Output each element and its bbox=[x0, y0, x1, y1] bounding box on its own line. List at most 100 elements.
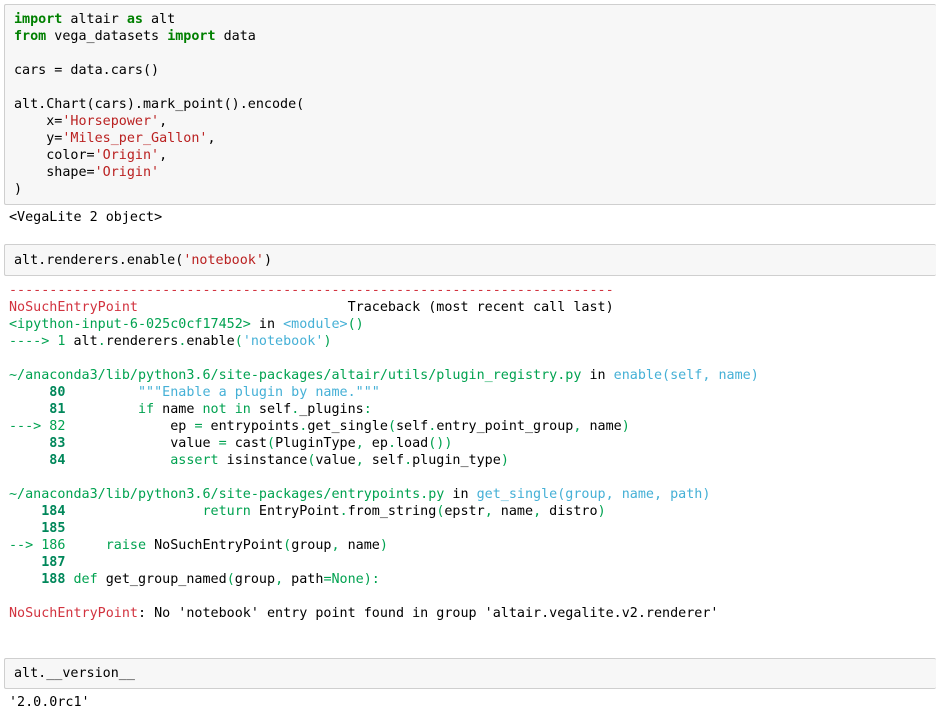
code-line: alt.__version__ bbox=[14, 665, 135, 682]
code-line: 188 def get_group_named(group, path=None… bbox=[9, 571, 380, 588]
code-token: ( bbox=[387, 419, 396, 434]
code-token: ---> 82 bbox=[9, 419, 66, 434]
code-line: alt.renderers.enable('notebook') bbox=[14, 252, 272, 269]
code-line: from vega_datasets import data bbox=[14, 28, 256, 45]
code-cell-2[interactable]: alt.renderers.enable('notebook') bbox=[4, 244, 936, 276]
code-token: from_string bbox=[347, 504, 437, 519]
code-token: name bbox=[581, 419, 622, 434]
code-token: , bbox=[484, 504, 493, 519]
code-token: ) bbox=[263, 253, 272, 268]
code-token: 80 bbox=[9, 385, 66, 400]
code-token: , bbox=[533, 504, 542, 519]
code-token: def bbox=[73, 572, 98, 587]
code-token: entrypoints bbox=[202, 419, 300, 434]
code-token: 84 bbox=[9, 453, 66, 468]
code-token: alt.renderers.enable( bbox=[14, 253, 184, 268]
code-token: distro bbox=[541, 504, 598, 519]
code-token: cars = data.cars() bbox=[14, 63, 160, 78]
code-token: name bbox=[154, 402, 203, 417]
code-token: group bbox=[291, 538, 332, 553]
code-token: alt bbox=[143, 12, 176, 27]
code-line: ~/anaconda3/lib/python3.6/site-packages/… bbox=[9, 367, 759, 384]
code-token: ----> bbox=[9, 334, 50, 349]
code-token: , bbox=[159, 114, 168, 129]
code-token: isinstance bbox=[218, 453, 308, 468]
code-token: in bbox=[250, 317, 284, 332]
code-token: x= bbox=[14, 114, 63, 129]
code-token: ) bbox=[621, 419, 630, 434]
code-token: =None): bbox=[323, 572, 380, 587]
code-line: ~/anaconda3/lib/python3.6/site-packages/… bbox=[9, 486, 710, 503]
code-token: 'Origin' bbox=[94, 165, 160, 180]
code-token: epstr bbox=[444, 504, 485, 519]
code-line: ---> 82 ep = entrypoints.get_single(self… bbox=[9, 418, 630, 435]
code-token: in bbox=[581, 368, 614, 383]
code-token: , bbox=[207, 131, 216, 146]
code-token: (self, name) bbox=[662, 368, 759, 383]
code-token: . bbox=[97, 334, 106, 349]
code-token: """Enable a plugin by name.""" bbox=[138, 385, 380, 400]
code-token: ( bbox=[267, 436, 276, 451]
code-cell-1[interactable]: import altair as alt from vega_datasets i… bbox=[4, 4, 936, 205]
code-token: , bbox=[159, 148, 168, 163]
code-token: data bbox=[215, 29, 256, 44]
code-token: 83 bbox=[9, 436, 66, 451]
code-token: vega_datasets bbox=[46, 29, 168, 44]
code-line: 185 bbox=[9, 520, 65, 537]
code-token: get_single bbox=[307, 419, 388, 434]
code-token: <module> bbox=[283, 317, 348, 332]
code-token: (group, name, path) bbox=[557, 487, 711, 502]
code-token: enable bbox=[613, 368, 663, 383]
code-token: ep bbox=[363, 436, 388, 451]
code-token: altair bbox=[62, 12, 127, 27]
code-token: NoSuchEntryPoint bbox=[9, 606, 138, 621]
code-token: ) bbox=[597, 504, 606, 519]
code-token: 'notebook' bbox=[183, 253, 264, 268]
code-token: group bbox=[234, 572, 276, 587]
code-token: name bbox=[492, 504, 534, 519]
code-token: alt bbox=[65, 334, 98, 349]
code-token: get_group_named bbox=[97, 572, 227, 587]
code-token: raise bbox=[105, 538, 147, 553]
code-token: return bbox=[202, 504, 251, 519]
code-token: if bbox=[138, 402, 155, 417]
code-line: 81 if name not in self._plugins: bbox=[9, 401, 372, 418]
code-line: ----> 1 alt.renderers.enable('notebook') bbox=[9, 333, 332, 350]
code-line: 84 assert isinstance(value, self.plugin_… bbox=[9, 452, 509, 469]
code-token: entry_point_group bbox=[436, 419, 574, 434]
code-line: x='Horsepower', bbox=[14, 113, 167, 130]
code-token: ) bbox=[500, 453, 509, 468]
code-token: NoSuchEntryPoint bbox=[9, 300, 138, 315]
code-token: 184 bbox=[9, 504, 66, 519]
code-token: from bbox=[14, 29, 47, 44]
code-token: 'Miles_per_Gallon' bbox=[62, 131, 208, 146]
code-token: : No 'notebook' entry point found in gro… bbox=[138, 606, 719, 621]
code-token: NoSuchEntryPoint bbox=[146, 538, 284, 553]
code-line: import altair as alt bbox=[14, 11, 175, 28]
code-token: ~/anaconda3/lib/python3.6/site-packages/… bbox=[9, 487, 445, 502]
code-token: ) bbox=[14, 182, 23, 197]
code-token: --> 186 bbox=[9, 538, 66, 553]
code-token: renderers bbox=[105, 334, 179, 349]
code-line: ----------------------------------------… bbox=[9, 282, 614, 299]
code-token: 'notebook' bbox=[242, 334, 324, 349]
code-token: . bbox=[339, 504, 348, 519]
code-token: 81 bbox=[9, 402, 66, 417]
code-line: 83 value = cast(PluginType, ep.load()) bbox=[9, 435, 452, 452]
code-line: ) bbox=[14, 181, 22, 198]
code-line: cars = data.cars() bbox=[14, 62, 159, 79]
code-token: enable bbox=[186, 334, 235, 349]
code-token: name bbox=[339, 538, 380, 553]
code-token: , bbox=[355, 436, 364, 451]
code-token: 1 bbox=[49, 334, 66, 349]
code-token: self bbox=[396, 419, 429, 434]
code-token: 'Origin' bbox=[94, 148, 160, 163]
code-line: --> 186 raise NoSuchEntryPoint(group, na… bbox=[9, 537, 388, 554]
code-cell-3[interactable]: alt.__version__ bbox=[4, 658, 936, 689]
code-token: not bbox=[202, 402, 227, 417]
code-token: ep bbox=[65, 419, 195, 434]
code-token: path bbox=[283, 572, 324, 587]
